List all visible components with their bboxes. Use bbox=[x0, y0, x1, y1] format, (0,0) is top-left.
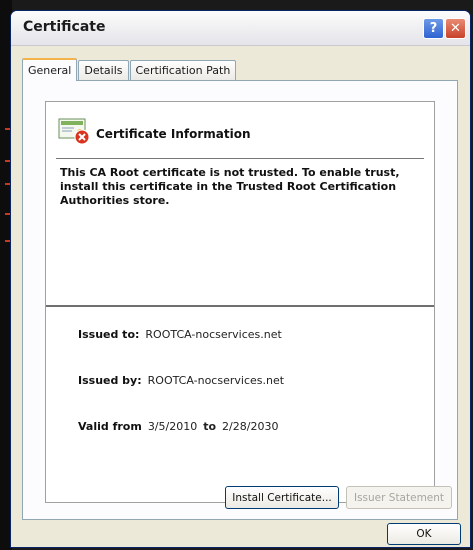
heading-divider bbox=[56, 158, 424, 159]
trust-warning-text: This CA Root certificate is not trusted.… bbox=[60, 166, 400, 207]
install-certificate-button[interactable]: Install Certificate... bbox=[225, 486, 339, 509]
valid-from-value: 3/5/2010 bbox=[147, 420, 198, 433]
issued-to-value: ROOTCA-nocservices.net bbox=[145, 328, 282, 341]
help-button[interactable]: ? bbox=[423, 18, 444, 39]
general-tab-panel: Certificate Information This CA Root cer… bbox=[22, 80, 458, 520]
issued-to-row: Issued to: ROOTCA-nocservices.net bbox=[78, 328, 282, 341]
issued-by-row: Issued by: ROOTCA-nocservices.net bbox=[78, 374, 284, 387]
validity-row: Valid from 3/5/2010 to 2/28/2030 bbox=[78, 420, 278, 433]
certificate-dialog: Certificate ? ✕ General Details Certific… bbox=[10, 10, 471, 548]
tab-strip: General Details Certification Path bbox=[22, 58, 237, 81]
title-bar[interactable]: Certificate ? ✕ bbox=[11, 11, 470, 46]
certificate-info-box: Certificate Information This CA Root cer… bbox=[45, 101, 435, 503]
certificate-error-icon bbox=[58, 118, 90, 144]
close-icon: ✕ bbox=[450, 21, 461, 36]
issued-by-value: ROOTCA-nocservices.net bbox=[147, 374, 285, 387]
valid-to-value: 2/28/2030 bbox=[222, 420, 279, 433]
tab-certification-path[interactable]: Certification Path bbox=[129, 60, 237, 80]
close-button[interactable]: ✕ bbox=[445, 18, 466, 39]
help-icon: ? bbox=[429, 21, 438, 36]
issuer-statement-button: Issuer Statement bbox=[346, 486, 452, 509]
issued-by-label: Issued by: bbox=[78, 374, 142, 387]
issued-to-label: Issued to: bbox=[78, 328, 140, 341]
ok-button[interactable]: OK bbox=[387, 523, 461, 545]
details-divider bbox=[46, 305, 434, 307]
tab-general[interactable]: General bbox=[22, 58, 78, 81]
certificate-information-heading: Certificate Information bbox=[96, 127, 251, 141]
tab-details[interactable]: Details bbox=[78, 60, 129, 80]
valid-to-label: to bbox=[203, 420, 217, 433]
valid-from-label: Valid from bbox=[78, 420, 142, 433]
window-title: Certificate bbox=[23, 19, 106, 35]
